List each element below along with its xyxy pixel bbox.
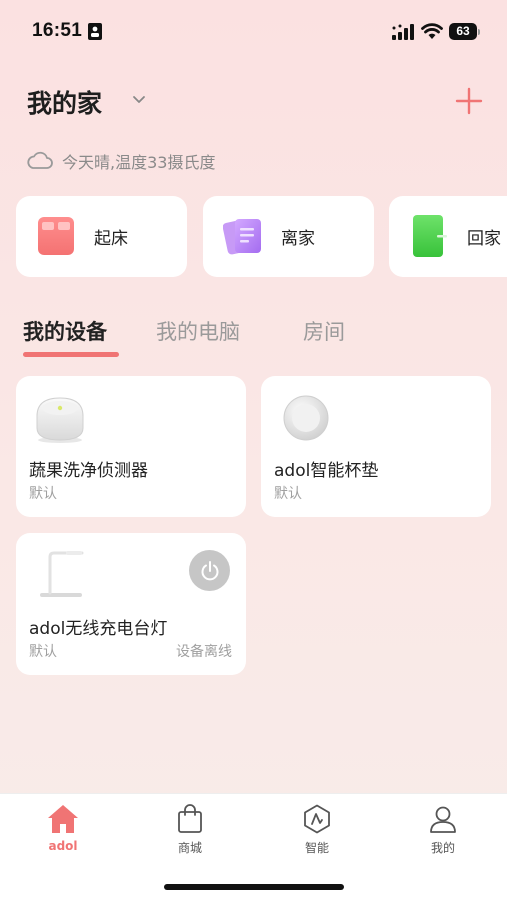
status-time: 16:51 — [32, 20, 83, 41]
scene-label: 回家 — [467, 229, 501, 249]
add-button[interactable] — [455, 87, 483, 115]
shopping-bag-icon — [178, 804, 202, 833]
profile-icon — [430, 806, 456, 833]
home-indicator[interactable] — [164, 884, 344, 890]
cloud-icon — [27, 151, 53, 169]
active-tab-indicator — [23, 352, 119, 357]
device-name: adol无线充电台灯 — [29, 619, 168, 639]
nav-item-me[interactable]: 我的 — [403, 804, 483, 864]
chevron-down-icon[interactable] — [132, 95, 146, 105]
wifi-icon — [421, 23, 443, 39]
weather-text: 今天晴,温度33摄氏度 — [62, 153, 216, 172]
nav-label: 智能 — [304, 841, 329, 855]
tab-my-computers[interactable]: 我的电脑 — [156, 316, 240, 346]
smart-hexagon-icon — [304, 804, 330, 834]
bed-icon — [38, 217, 74, 255]
device-name: 蔬果洗净侦测器 — [29, 461, 148, 481]
scene-card-return-home[interactable]: 回家 — [389, 196, 507, 277]
nav-label: 商城 — [177, 841, 202, 855]
nav-item-mall[interactable]: 商城 — [150, 804, 230, 864]
coaster-icon — [283, 395, 329, 441]
device-room: 默认 — [274, 486, 302, 502]
tab-my-devices[interactable]: 我的设备 — [23, 316, 107, 346]
device-offline-status: 设备离线 — [176, 644, 232, 660]
device-room: 默认 — [29, 644, 57, 660]
id-card-icon — [88, 23, 102, 40]
desk-lamp-icon — [40, 551, 84, 597]
device-card-produce-detector[interactable]: 蔬果洗净侦测器 默认 — [16, 376, 246, 517]
door-icon — [413, 215, 447, 257]
cellular-signal-icon — [392, 24, 414, 40]
device-card-desk-lamp[interactable]: adol无线充电台灯 默认 设备离线 — [16, 533, 246, 675]
scene-label: 离家 — [281, 229, 315, 249]
detector-icon — [36, 397, 84, 443]
nav-label: 我的 — [430, 841, 455, 855]
tab-rooms[interactable]: 房间 — [303, 316, 345, 346]
status-bar: 16:51 63 — [0, 0, 507, 64]
nav-item-smart[interactable]: 智能 — [277, 804, 357, 864]
scene-card-wake-up[interactable]: 起床 — [16, 196, 187, 277]
home-icon — [48, 805, 78, 833]
device-name: adol智能杯垫 — [274, 461, 379, 481]
documents-icon — [223, 219, 261, 255]
device-room: 默认 — [29, 486, 57, 502]
scene-label: 起床 — [94, 229, 128, 249]
power-button[interactable] — [189, 550, 230, 591]
battery-level: 63 — [449, 23, 477, 40]
device-card-smart-coaster[interactable]: adol智能杯垫 默认 — [261, 376, 491, 517]
home-selector-title[interactable]: 我的家 — [27, 84, 102, 120]
battery-indicator: 63 — [449, 23, 480, 40]
nav-label: adol — [48, 839, 78, 853]
scene-card-leave-home[interactable]: 离家 — [203, 196, 374, 277]
power-icon — [201, 560, 218, 580]
nav-item-adol[interactable]: adol — [23, 804, 103, 864]
